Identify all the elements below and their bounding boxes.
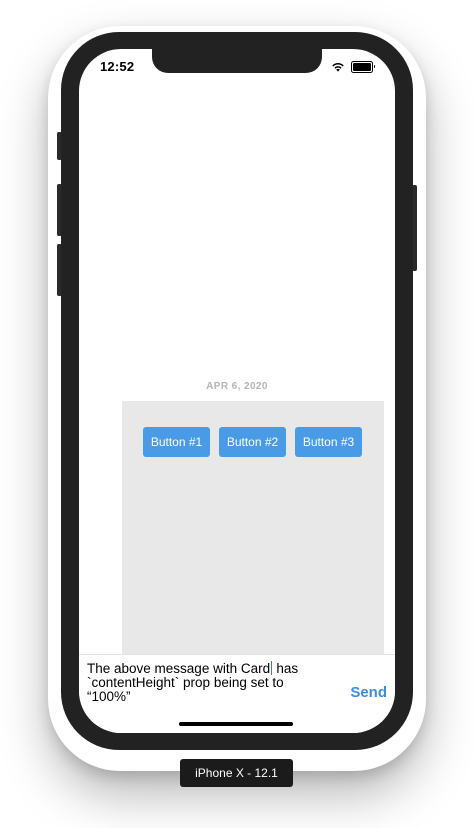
wifi-icon <box>332 63 344 72</box>
message-input[interactable]: The above message with Card has `content… <box>87 661 337 704</box>
card-button-3[interactable]: Button #3 <box>295 427 362 457</box>
battery-level <box>353 63 371 71</box>
card-button-1[interactable]: Button #1 <box>143 427 210 457</box>
status-time: 12:52 <box>100 59 135 74</box>
message-input-text-before-caret: The above message with Card <box>87 661 271 676</box>
device-screen: 12:52 APR 6, 2020 Button #1 Button #2 Bu… <box>79 49 395 733</box>
battery-icon <box>351 61 375 73</box>
status-icons <box>331 61 375 73</box>
message-card: Button #1 Button #2 Button #3 <box>122 401 384 661</box>
notch <box>152 49 322 73</box>
send-button[interactable]: Send <box>350 684 387 701</box>
message-date: APR 6, 2020 <box>206 381 268 392</box>
simulator-device-label: iPhone X - 12.1 <box>180 759 293 787</box>
home-indicator[interactable] <box>179 722 293 726</box>
card-button-row: Button #1 Button #2 Button #3 <box>143 427 362 457</box>
card-button-2[interactable]: Button #2 <box>219 427 286 457</box>
